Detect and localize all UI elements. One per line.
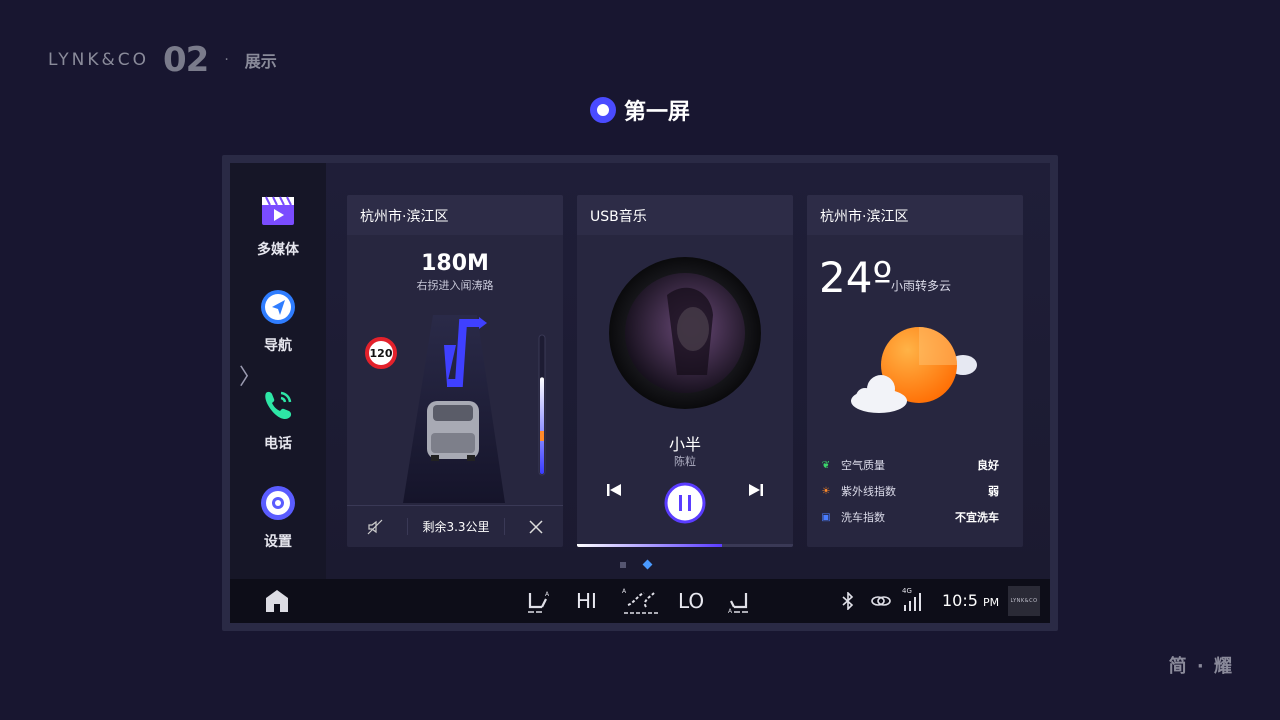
screen-title-text: 第一屏 (623, 100, 690, 125)
sidebar-item-label: 电话 (264, 436, 292, 452)
speed-limit-sign: 120 (365, 337, 397, 369)
weather-row-value: 良好 (977, 459, 999, 472)
close-icon[interactable] (529, 519, 543, 534)
sidebar-item-settings[interactable]: 设置 (230, 485, 326, 551)
ring-icon (589, 97, 616, 123)
sun-cloud-icon (851, 327, 977, 413)
link-icon[interactable] (870, 592, 892, 610)
brand-subtitle: 展示 (244, 52, 277, 71)
weather-condition: 小雨转多云 (891, 279, 952, 293)
clock-ampm: PM (983, 596, 1000, 609)
weather-row: ▣ 洗车指数 不宜洗车 (819, 507, 999, 527)
clock-time: 10:5 (942, 591, 978, 610)
previous-icon[interactable] (605, 481, 623, 499)
signal-icon: 4G (902, 587, 924, 611)
sidebar: 多媒体 导航 电话 设置 〉 (230, 163, 326, 579)
music-song: 小半 (668, 435, 701, 454)
car-display: 多媒体 导航 电话 设置 〉 杭州市·滨江区 180M 右拐进入闻涛路 120 … (230, 163, 1050, 623)
footer-mark: 简 · 耀 (1168, 656, 1234, 677)
nav-card[interactable]: 杭州市·滨江区 180M 右拐进入闻涛路 120 剩余3.3公里 (347, 195, 563, 547)
weather-row-value: 弱 (988, 485, 999, 498)
mute-icon[interactable] (367, 519, 383, 535)
media-icon (262, 196, 294, 225)
bluetooth-icon[interactable] (840, 592, 856, 610)
sidebar-item-label: 多媒体 (257, 242, 299, 258)
nav-remaining: 剩余3.3公里 (407, 518, 505, 535)
left-temp[interactable]: HI (576, 589, 597, 613)
weather-row: ☀ 紫外线指数 弱 (819, 481, 999, 501)
brand-number: 02 (162, 40, 209, 80)
home-icon[interactable] (264, 589, 290, 613)
weather-row-value: 不宜洗车 (955, 511, 999, 524)
music-progress-track[interactable] (577, 544, 793, 547)
music-card[interactable]: USB音乐 小半 陈粒 (577, 195, 793, 547)
sidebar-item-label: 设置 (264, 534, 292, 550)
nav-instruction: 右拐进入闻涛路 (416, 279, 494, 292)
screen-title: 第一屏 (0, 94, 1280, 126)
navigation-icon (261, 290, 295, 324)
seat-heat-driver-icon[interactable]: A (524, 589, 552, 615)
nav-footer: 剩余3.3公里 (347, 505, 563, 547)
leaf-icon: ❦ (821, 459, 831, 471)
weather-temperature: 24º (819, 253, 893, 302)
network-label: 4G (902, 587, 912, 595)
weather-row-label: 空气质量 (841, 459, 885, 472)
seat-heat-passenger-icon[interactable]: A (726, 589, 754, 615)
svg-text:A: A (622, 588, 627, 595)
brand-logo: LYNK&CO (48, 50, 149, 70)
brand-header: LYNK&CO 02 · 展示 (48, 40, 277, 80)
sidebar-item-label: 导航 (264, 338, 292, 354)
chevron-right-icon[interactable]: 〉 (239, 359, 261, 391)
album-art (609, 257, 761, 409)
clock: 10:5 PM (942, 591, 999, 610)
svg-text:A: A (545, 591, 550, 598)
nav-card-location: 杭州市·滨江区 (347, 195, 563, 235)
weather-row-label: 紫外线指数 (841, 485, 896, 498)
music-artist: 陈粒 (674, 455, 696, 468)
car-icon: ▣ (821, 511, 831, 523)
nav-road-visual (403, 315, 546, 503)
nav-distance: 180M (421, 251, 489, 276)
music-progress-fill (577, 544, 722, 547)
sidebar-item-media[interactable]: 多媒体 (230, 193, 326, 259)
sun-icon: ☀ (821, 485, 831, 497)
sidebar-item-phone[interactable]: 电话 (230, 387, 326, 453)
brand-badge[interactable]: LYNK&CO (1008, 586, 1040, 616)
brand-dot: · (224, 52, 229, 68)
display-frame: 多媒体 导航 电话 设置 〉 杭州市·滨江区 180M 右拐进入闻涛路 120 … (222, 155, 1058, 631)
weather-row: ❦ 空气质量 良好 (819, 455, 999, 475)
pause-button[interactable] (663, 481, 707, 525)
page-indicator (620, 559, 653, 570)
bottom-bar: A HI A LO A 4G 10:5 PM LYNK&CO (230, 579, 1050, 623)
weather-row-label: 洗车指数 (841, 511, 885, 524)
next-icon[interactable] (747, 481, 765, 499)
weather-card[interactable]: 杭州市·滨江区 24º 小雨转多云 ❦ 空气质量 良好 ☀ 紫外线指数 弱 ▣ … (807, 195, 1023, 547)
phone-icon (265, 391, 292, 420)
page-dot-active[interactable] (642, 559, 653, 570)
main-content: 杭州市·滨江区 180M 右拐进入闻涛路 120 剩余3.3公里 USB音乐 小… (326, 163, 1050, 579)
settings-icon (261, 486, 295, 520)
music-source: USB音乐 (577, 195, 793, 235)
page-dot[interactable] (620, 561, 626, 568)
weather-location: 杭州市·滨江区 (807, 195, 1023, 235)
svg-text:A: A (728, 608, 733, 615)
right-temp[interactable]: LO (678, 589, 704, 613)
sidebar-item-navigation[interactable]: 导航 (230, 289, 326, 355)
fan-airflow-icon[interactable]: A (620, 585, 662, 617)
